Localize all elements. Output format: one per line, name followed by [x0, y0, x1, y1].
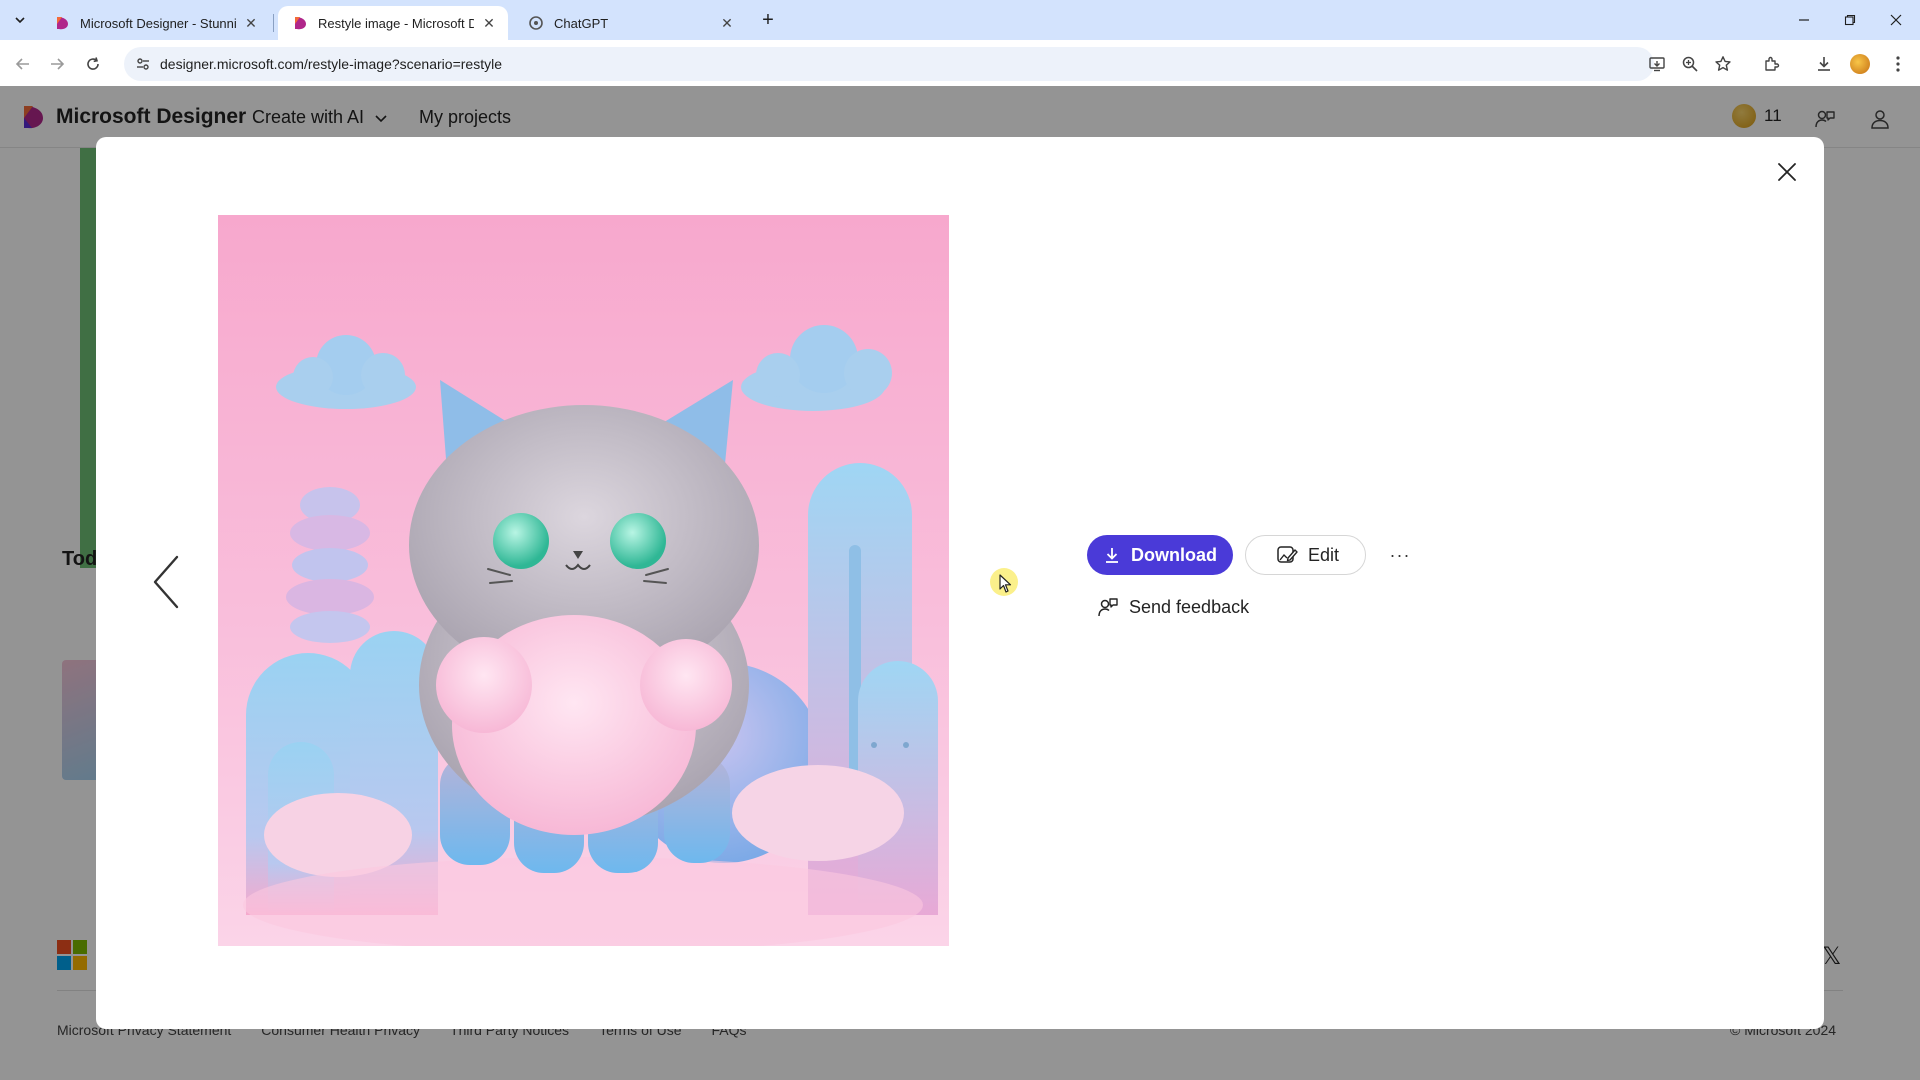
browser-toolbar: designer.microsoft.com/restyle-image?sce… — [0, 40, 1920, 86]
tab-separator — [273, 14, 274, 32]
feedback-icon — [1098, 598, 1118, 617]
cloud-left-icon — [276, 335, 416, 409]
minimize-icon[interactable] — [1786, 8, 1822, 32]
install-app-icon[interactable] — [1646, 53, 1668, 75]
cat-figure — [409, 380, 759, 873]
address-bar[interactable]: designer.microsoft.com/restyle-image?sce… — [124, 47, 1654, 81]
generated-image — [218, 215, 949, 946]
chatgpt-favicon-icon — [529, 16, 543, 30]
tab-microsoft-designer[interactable]: Microsoft Designer - Stunning ✕ — [40, 6, 270, 40]
url-text: designer.microsoft.com/restyle-image?sce… — [160, 56, 502, 72]
mouse-cursor-highlight — [990, 568, 1018, 596]
restore-icon[interactable] — [1832, 8, 1868, 32]
image-actions: Download Edit ··· — [1087, 535, 1414, 575]
edit-label: Edit — [1308, 544, 1340, 565]
site-info-icon[interactable] — [134, 55, 152, 73]
profile-avatar[interactable] — [1850, 54, 1870, 74]
designer-favicon-icon — [57, 17, 68, 30]
send-feedback-label: Send feedback — [1129, 596, 1250, 617]
back-icon[interactable] — [10, 51, 36, 77]
stacked-tower — [286, 487, 374, 643]
send-feedback-link[interactable]: Send feedback — [1097, 596, 1249, 618]
tab-search-icon[interactable] — [8, 8, 32, 32]
download-label: Download — [1131, 544, 1217, 565]
reload-icon[interactable] — [80, 51, 106, 77]
tab-chatgpt[interactable]: ChatGPT ✕ — [514, 6, 746, 40]
downloads-icon[interactable] — [1812, 52, 1836, 76]
tab-close-icon[interactable]: ✕ — [480, 14, 498, 32]
new-tab-icon[interactable]: + — [756, 8, 780, 32]
more-options-icon[interactable]: ··· — [1386, 541, 1414, 569]
chevron-left-icon[interactable] — [146, 547, 186, 617]
tab-close-icon[interactable]: ✕ — [242, 14, 260, 32]
tab-restyle-image[interactable]: Restyle image - Microsoft Desig ✕ — [278, 6, 508, 40]
zoom-icon[interactable] — [1679, 53, 1701, 75]
close-icon[interactable] — [1770, 155, 1804, 189]
tab-title: ChatGPT — [554, 15, 609, 31]
download-button[interactable]: Download — [1087, 535, 1233, 575]
bookmark-star-icon[interactable] — [1712, 53, 1734, 75]
browser-tabstrip: Microsoft Designer - Stunning ✕ Restyle … — [0, 0, 1920, 40]
browser-menu-icon[interactable] — [1886, 52, 1910, 76]
download-icon — [1106, 548, 1118, 563]
tab-title: Restyle image - Microsoft Desig — [318, 15, 474, 31]
extensions-icon[interactable] — [1760, 52, 1784, 76]
edit-image-icon — [1277, 546, 1298, 563]
window-close-icon[interactable] — [1878, 8, 1914, 32]
tab-title: Microsoft Designer - Stunning — [80, 15, 236, 31]
edit-button[interactable]: Edit — [1245, 535, 1367, 575]
cloud-right-icon — [741, 325, 892, 411]
tab-close-icon[interactable]: ✕ — [718, 14, 736, 32]
designer-favicon-icon — [295, 17, 306, 30]
image-viewer-modal: Download Edit ··· Send feedback — [96, 137, 1824, 1029]
forward-icon[interactable] — [44, 51, 70, 77]
